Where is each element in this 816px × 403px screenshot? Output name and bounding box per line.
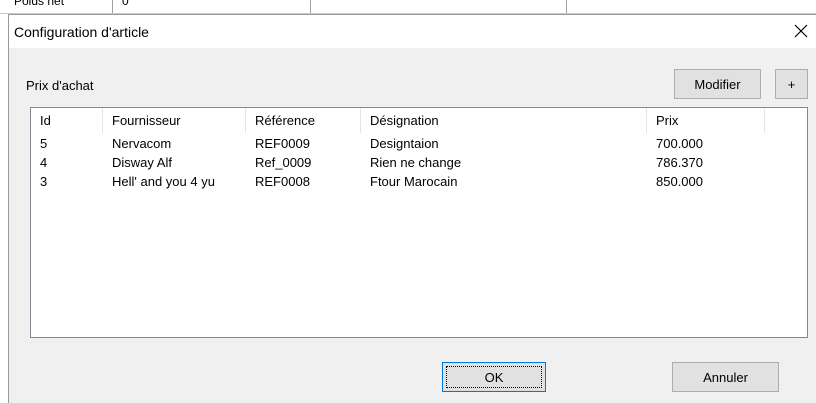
cell-id: 3 [40, 174, 48, 189]
ok-button[interactable]: OK [442, 362, 546, 392]
background-window: Poids net 0 [0, 0, 816, 14]
cell-fournisseur: Nervacom [112, 136, 172, 151]
background-divider [310, 0, 311, 14]
add-button[interactable]: + [775, 69, 808, 99]
cell-fournisseur: Disway Alf [112, 155, 172, 170]
background-divider [112, 0, 113, 14]
dialog-title: Configuration d'article [14, 24, 149, 40]
cell-designation: Ftour Marocain [370, 174, 458, 189]
cell-reference: Ref_0009 [255, 155, 312, 170]
column-header-reference[interactable]: Référence [246, 108, 361, 133]
cell-fournisseur: Hell' and you 4 yu [112, 174, 215, 189]
column-header-prix[interactable]: Prix [647, 108, 765, 133]
column-header-designation[interactable]: Désignation [361, 108, 647, 133]
column-header-fournisseur[interactable]: Fournisseur [103, 108, 246, 133]
title-bar[interactable]: Configuration d'article [9, 15, 816, 48]
modifier-button[interactable]: Modifier [674, 69, 761, 99]
cancel-button[interactable]: Annuler [672, 362, 779, 392]
background-label: Poids net [14, 0, 65, 8]
cell-prix: 850.000 [656, 174, 703, 189]
table-row[interactable]: 3 Hell' and you 4 yu REF0008 Ftour Maroc… [31, 172, 807, 191]
cell-id: 4 [40, 155, 48, 170]
cell-prix: 786.370 [656, 155, 703, 170]
table-row[interactable]: 4 Disway Alf Ref_0009 Rien ne change 786… [31, 153, 807, 172]
list-header: Id Fournisseur Référence Désignation Pri… [31, 108, 807, 133]
background-divider [566, 0, 567, 14]
cell-reference: REF0009 [255, 136, 310, 151]
background-value: 0 [122, 0, 129, 8]
cell-designation: Rien ne change [370, 155, 462, 170]
purchase-price-list[interactable]: Id Fournisseur Référence Désignation Pri… [30, 107, 808, 338]
cell-reference: REF0008 [255, 174, 310, 189]
close-button[interactable] [788, 19, 814, 43]
cell-id: 5 [40, 136, 48, 151]
cell-designation: Designtaion [370, 136, 439, 151]
close-icon [794, 24, 808, 38]
cell-prix: 700.000 [656, 136, 703, 151]
configuration-dialog: Configuration d'article Prix d'achat Mod… [8, 14, 816, 403]
focus-rectangle [446, 366, 542, 388]
section-label: Prix d'achat [26, 78, 94, 93]
column-header-id[interactable]: Id [31, 108, 103, 133]
table-row[interactable]: 5 Nervacom REF0009 Designtaion 700.000 [31, 134, 807, 153]
